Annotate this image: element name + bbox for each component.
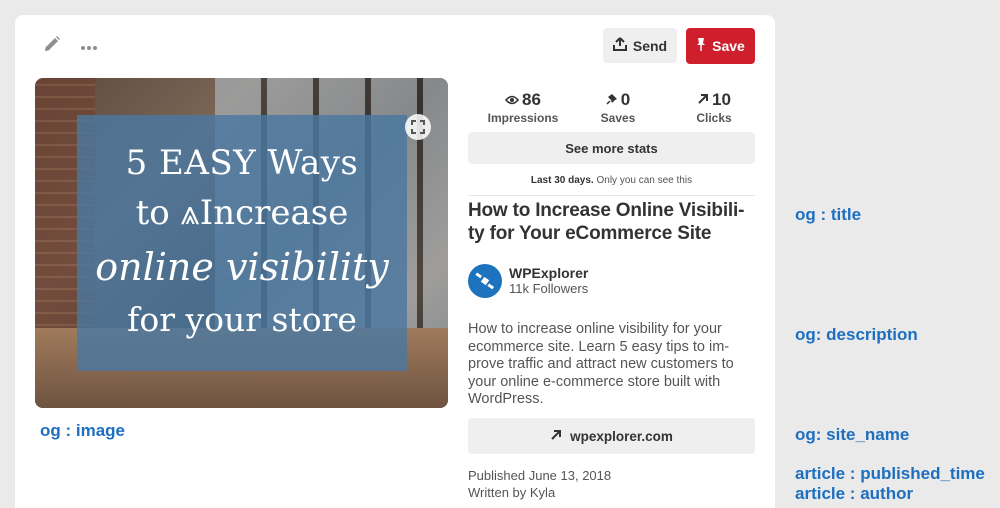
ellipsis-icon[interactable] — [80, 39, 98, 57]
impressions-value: 86 — [522, 90, 541, 109]
saves-value: 0 — [620, 90, 631, 109]
pin-icon — [696, 37, 706, 55]
stats-note-period: Last 30 days. — [530, 175, 594, 186]
annotation-og-description: og: description — [795, 325, 918, 344]
pin-title[interactable]: How to Increase Online Visibili-ty for Y… — [468, 199, 755, 245]
send-label: Send — [632, 37, 668, 54]
expand-icon[interactable] — [405, 114, 431, 140]
clicks-label: Clicks — [696, 111, 732, 125]
see-more-stats-button[interactable]: See more stats — [468, 132, 755, 164]
stat-impressions: 86 Impressions — [473, 90, 573, 125]
image-line-4: for your store — [127, 300, 357, 339]
saves-label: Saves — [600, 111, 636, 125]
save-label: Save — [712, 38, 745, 54]
pin-icon — [606, 90, 618, 110]
arrow-up-right-icon — [550, 429, 562, 444]
annotation-author: article : author — [795, 484, 914, 503]
website-link-label: wpexplorer.com — [570, 428, 673, 444]
eye-icon — [504, 90, 520, 110]
pencil-icon[interactable] — [43, 35, 61, 58]
annotation-og-site-name: og: site_name — [795, 425, 910, 444]
stat-clicks: 10 Clicks — [668, 90, 760, 125]
site-name[interactable]: WPExplorer — [509, 265, 588, 281]
pin-description: How to increase online visibility for yo… — [468, 321, 734, 407]
image-line-1: 5 EASY Ways — [125, 143, 359, 183]
annotation-og-title: og : title — [795, 205, 862, 224]
website-link-button[interactable]: wpexplorer.com — [468, 418, 755, 454]
published-date: Published June 13, 2018 — [468, 468, 612, 483]
divider — [468, 195, 755, 196]
stats-note: Last 30 days. Only you can see this — [468, 175, 755, 186]
image-line-2: to ⩓Increase — [135, 193, 349, 233]
annotation-published-time: article : published_time — [795, 464, 985, 483]
stat-saves: 0 Saves — [578, 90, 658, 125]
clicks-value: 10 — [712, 90, 731, 109]
impressions-label: Impressions — [487, 111, 559, 125]
stats-note-privacy: Only you can see this — [593, 175, 693, 186]
author: Written by Kyla — [468, 485, 556, 500]
pin-image[interactable]: 5 EASY Ways to ⩓Increase online visibili… — [35, 78, 448, 408]
save-button[interactable]: Save — [686, 28, 755, 64]
avatar[interactable] — [468, 264, 502, 298]
image-line-3: online visibility — [95, 245, 389, 289]
satellite-icon — [475, 272, 495, 290]
stats-row: 86 Impressions 0 Saves 10 Clicks — [468, 90, 755, 130]
send-button[interactable]: Send — [603, 28, 677, 63]
arrow-up-right-icon — [697, 90, 709, 110]
share-icon — [612, 37, 627, 54]
followers-count: 11k Followers — [509, 281, 589, 296]
image-text: 5 EASY Ways to ⩓Increase online visibili… — [77, 115, 407, 371]
annotation-og-image: og : image — [40, 421, 126, 440]
